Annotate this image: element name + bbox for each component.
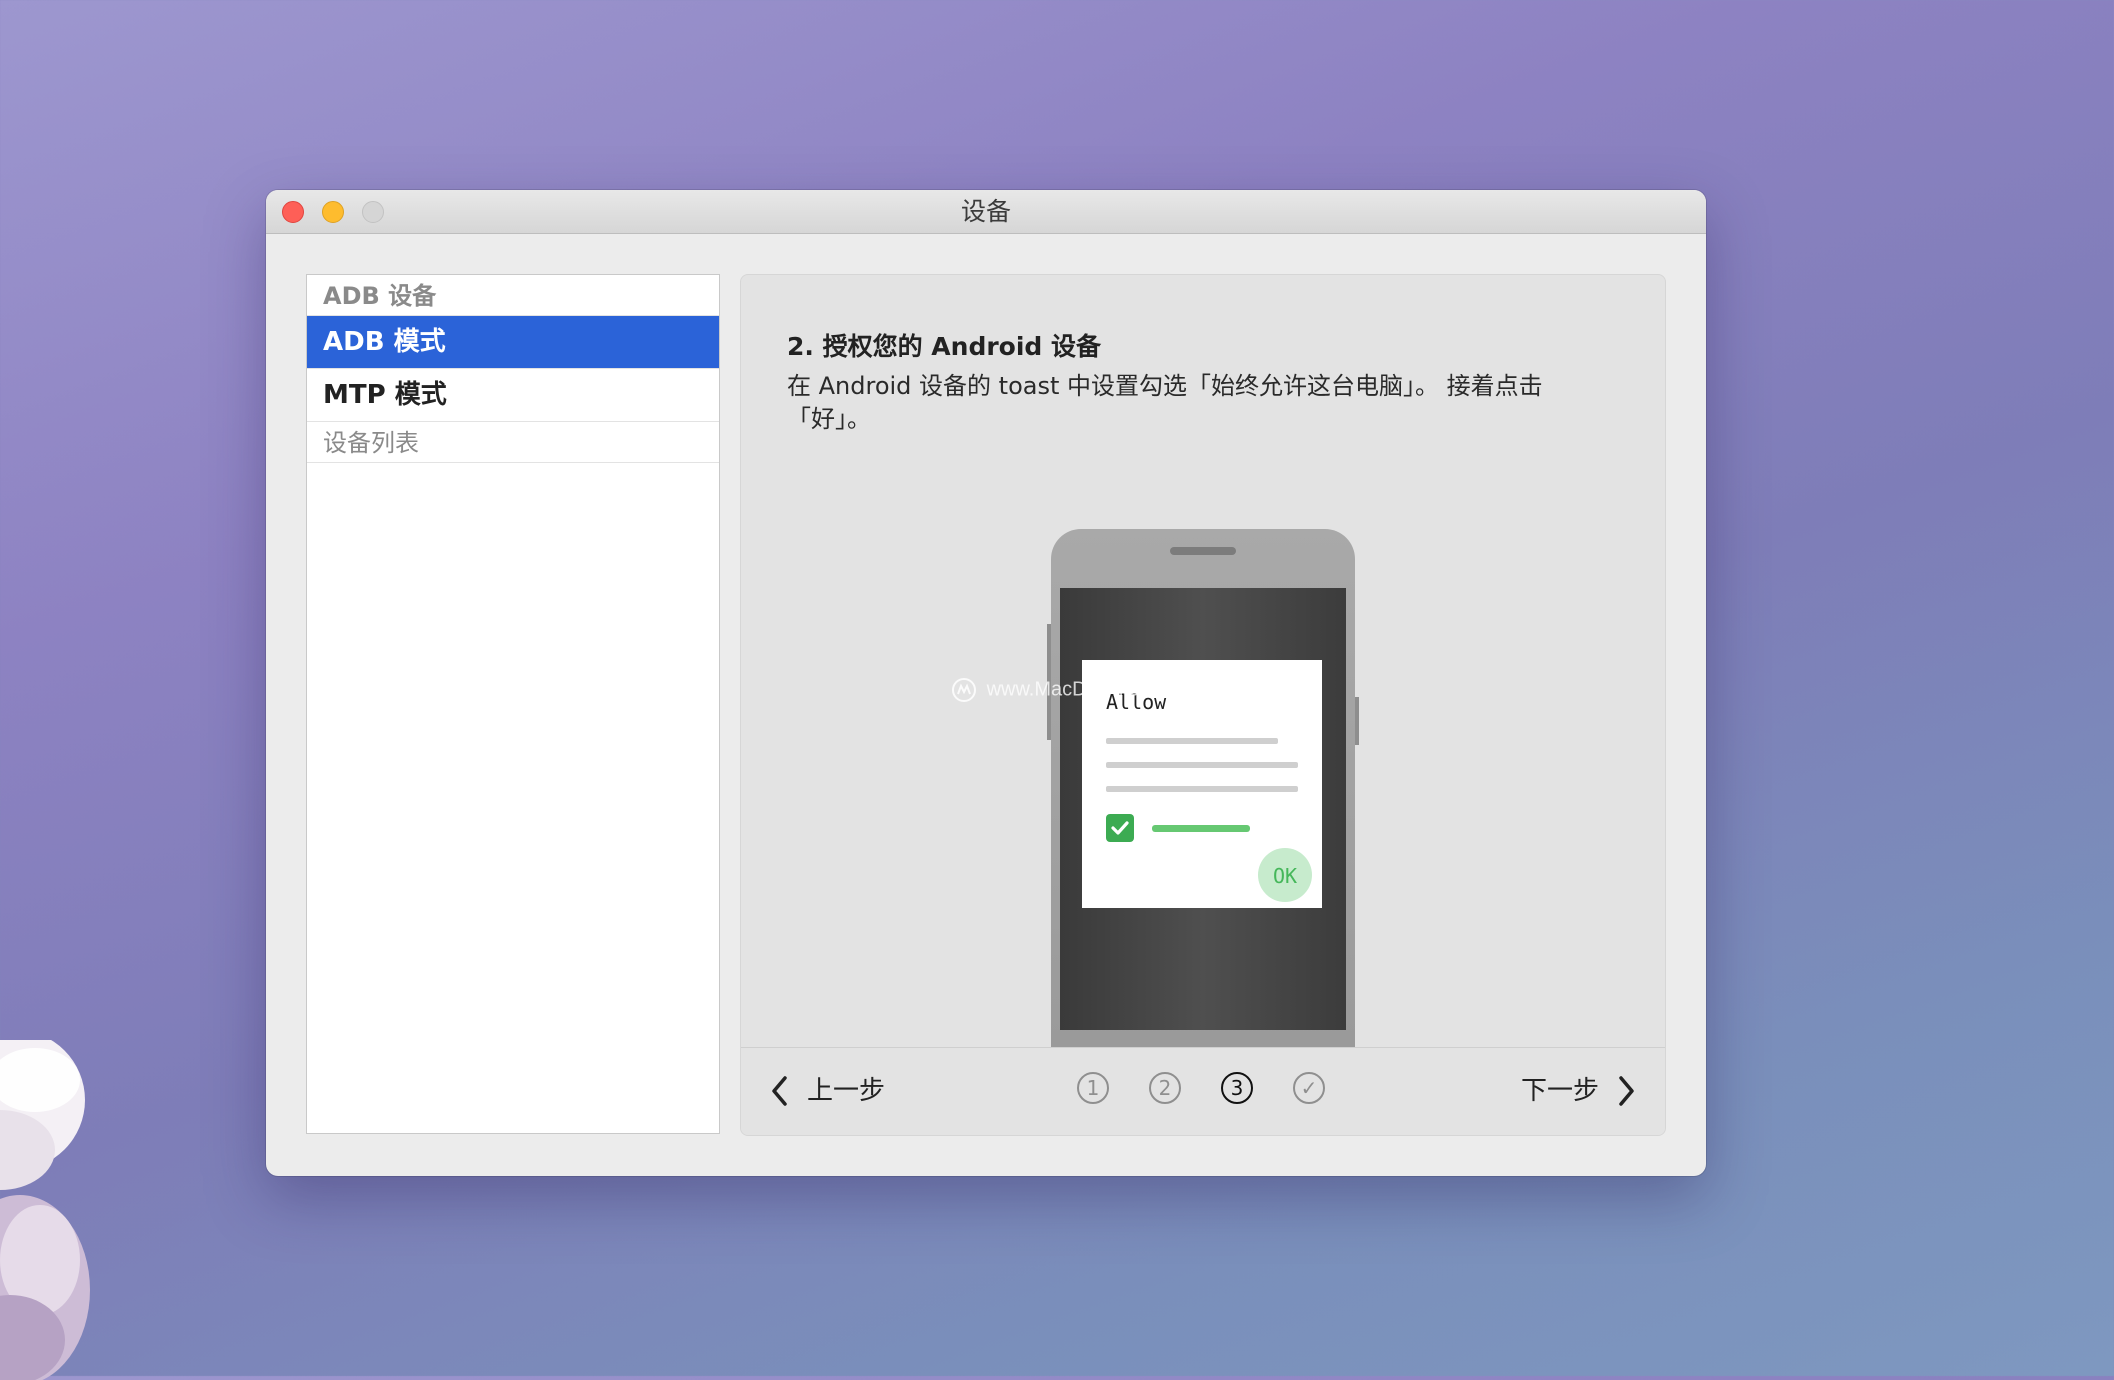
dialog-text-line [1106,786,1298,792]
phone-power-button [1355,697,1359,745]
watermark-logo-icon [952,678,976,702]
step-2-indicator: 2 [1149,1072,1181,1104]
sidebar-group-adb-devices: ADB 设备 [307,275,719,316]
step-description: 在 Android 设备的 toast 中设置勾选「始终允许这台电脑」。 接着点… [787,372,1543,433]
dialog-ok-button: OK [1258,848,1312,902]
sidebar-item-mtp-mode[interactable]: MTP 模式 [307,369,719,422]
watermark: www.MacDown.com [951,677,1167,703]
devices-window: 设备 ADB 设备 ADB 模式 MTP 模式 设备列表 2. 授权您的 And… [266,190,1706,1176]
step-1-indicator: 1 [1077,1072,1109,1104]
phone-speaker [1170,547,1236,555]
sidebar-item-adb-mode[interactable]: ADB 模式 [307,316,719,369]
checkbox-checked-icon [1106,814,1134,842]
sidebar-group-device-list: 设备列表 [307,422,719,463]
step-3-indicator: 3 [1221,1072,1253,1104]
dialog-option-line [1152,825,1250,832]
step-heading: 2. 授权您的 Android 设备 [787,332,1102,361]
watermark-text: www.MacDown.com [986,678,1167,701]
chevron-left-icon [772,1076,787,1106]
phone-screen: Allow OK [1060,588,1346,1030]
step-complete-indicator: ✓ [1293,1072,1325,1104]
wizard-panel: 2. 授权您的 Android 设备 在 Android 设备的 toast 中… [740,274,1666,1136]
next-step-label: 下一步 [1520,1076,1599,1106]
window-title: 设备 [960,197,1011,226]
phone-illustration: Allow OK [1047,529,1359,1049]
dialog-text-line [1106,762,1298,768]
chevron-right-icon [1619,1076,1634,1106]
dialog-text-line [1106,738,1278,744]
sidebar: ADB 设备 ADB 模式 MTP 模式 设备列表 [306,274,720,1134]
previous-step-label: 上一步 [807,1076,886,1106]
title-bar: 设备 [266,190,1706,234]
flower-decoration [0,1040,90,1380]
wizard-footer: 上一步 1 2 3 ✓ 下一步 [741,1047,1665,1135]
previous-step-button[interactable]: 上一步 [769,1070,885,1112]
next-step-button[interactable]: 下一步 [1521,1070,1637,1112]
step-indicator: 1 2 3 ✓ [1077,1072,1325,1104]
